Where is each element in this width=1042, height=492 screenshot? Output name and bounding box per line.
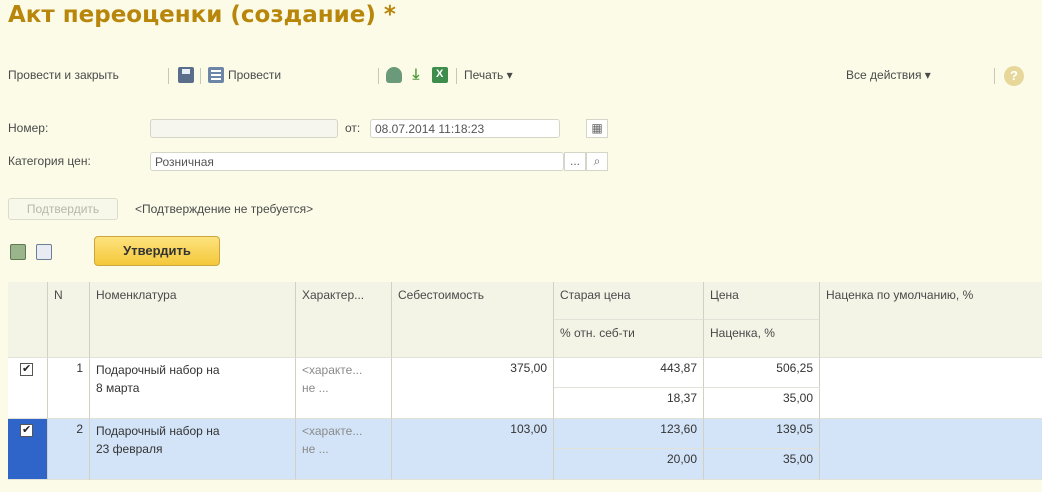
- date-label: от:: [345, 121, 361, 135]
- header-characteristic[interactable]: Характер...: [296, 282, 392, 358]
- confirm-button[interactable]: Подтвердить: [8, 198, 118, 220]
- toolbar-separator: [200, 68, 201, 84]
- row-number: 2: [48, 419, 90, 480]
- characteristic-line-2: не ...: [302, 381, 329, 395]
- header-old-price[interactable]: Старая цена: [554, 282, 704, 320]
- search-icon[interactable]: ⌕: [586, 152, 608, 171]
- toolbar-separator: [168, 68, 169, 84]
- header-price[interactable]: Цена: [704, 282, 820, 320]
- row-characteristic[interactable]: <характе... не ...: [296, 419, 392, 480]
- confirm-status-text: <Подтверждение не требуется>: [135, 202, 314, 216]
- header-nomenclature[interactable]: Номенклатура: [90, 282, 296, 358]
- price-category-label: Категория цен:: [8, 154, 91, 168]
- calendar-icon[interactable]: ▦: [586, 119, 608, 138]
- row-old-price-pct[interactable]: 20,00: [554, 449, 704, 480]
- row-old-price-pct[interactable]: 18,37: [554, 388, 704, 419]
- save-icon[interactable]: [178, 67, 194, 83]
- row-checkbox-cell[interactable]: [8, 358, 48, 419]
- row-cost[interactable]: 103,00: [392, 419, 554, 480]
- post-button[interactable]: Провести: [228, 64, 281, 86]
- revaluation-table: N Номенклатура Характер... Себестоимость…: [8, 282, 1042, 480]
- row-checkbox[interactable]: [20, 362, 33, 376]
- header-old-price-pct[interactable]: % отн. себ-ти: [554, 320, 704, 358]
- all-actions-menu-button[interactable]: Все действия ▾: [846, 64, 931, 86]
- row-cost[interactable]: 375,00: [392, 358, 554, 419]
- post-and-close-button[interactable]: Провести и закрыть: [8, 64, 119, 86]
- uncheck-all-icon[interactable]: [36, 244, 52, 260]
- row-old-price[interactable]: 123,60: [554, 419, 704, 449]
- price-category-field[interactable]: Розничная: [150, 152, 564, 171]
- number-label: Номер:: [8, 121, 49, 135]
- header-n[interactable]: N: [48, 282, 90, 358]
- help-icon[interactable]: ?: [1004, 66, 1024, 86]
- excel-icon[interactable]: [432, 67, 448, 83]
- check-all-icon[interactable]: [10, 244, 26, 260]
- print-menu-button[interactable]: Печать ▾: [464, 64, 513, 86]
- row-price[interactable]: 506,25: [704, 358, 820, 388]
- window-title: Акт переоценки (создание) *: [8, 2, 396, 28]
- toolbar-separator: [456, 68, 457, 84]
- number-field[interactable]: [150, 119, 338, 138]
- characteristic-line-2: не ...: [302, 442, 329, 456]
- toolbar-separator: [378, 68, 379, 84]
- row-nomenclature[interactable]: Подарочный набор на 23 февраля: [90, 419, 296, 480]
- characteristic-line-1: <характе...: [302, 363, 363, 377]
- header-default-markup[interactable]: Наценка по умолчанию, %: [820, 282, 1042, 358]
- nomenclature-line-1: Подарочный набор на: [96, 424, 220, 438]
- toolbar: Провести и закрыть Провести ⤓ Печать ▾ В…: [8, 64, 1038, 86]
- approve-button[interactable]: Утвердить: [94, 236, 220, 266]
- date-field[interactable]: 08.07.2014 11:18:23: [370, 119, 560, 138]
- nomenclature-line-2: 23 февраля: [96, 442, 163, 456]
- row-markup[interactable]: 35,00: [704, 388, 820, 419]
- header-markup[interactable]: Наценка, %: [704, 320, 820, 358]
- row-checkbox-cell[interactable]: [8, 419, 48, 480]
- nomenclature-line-2: 8 марта: [96, 381, 140, 395]
- row-default-markup[interactable]: [820, 358, 1042, 419]
- row-old-price[interactable]: 443,87: [554, 358, 704, 388]
- row-number: 1: [48, 358, 90, 419]
- row-price[interactable]: 139,05: [704, 419, 820, 449]
- row-markup[interactable]: 35,00: [704, 449, 820, 480]
- row-checkbox[interactable]: [20, 423, 33, 437]
- download-icon[interactable]: ⤓: [408, 67, 424, 83]
- database-icon[interactable]: [386, 67, 402, 83]
- nomenclature-line-1: Подарочный набор на: [96, 363, 220, 377]
- row-default-markup[interactable]: [820, 419, 1042, 480]
- characteristic-line-1: <характе...: [302, 424, 363, 438]
- row-characteristic[interactable]: <характе... не ...: [296, 358, 392, 419]
- row-nomenclature[interactable]: Подарочный набор на 8 марта: [90, 358, 296, 419]
- select-button[interactable]: ...: [564, 152, 586, 171]
- header-cost[interactable]: Себестоимость: [392, 282, 554, 358]
- post-document-icon: [208, 67, 224, 83]
- header-check: [8, 282, 48, 358]
- toolbar-separator: [994, 68, 995, 84]
